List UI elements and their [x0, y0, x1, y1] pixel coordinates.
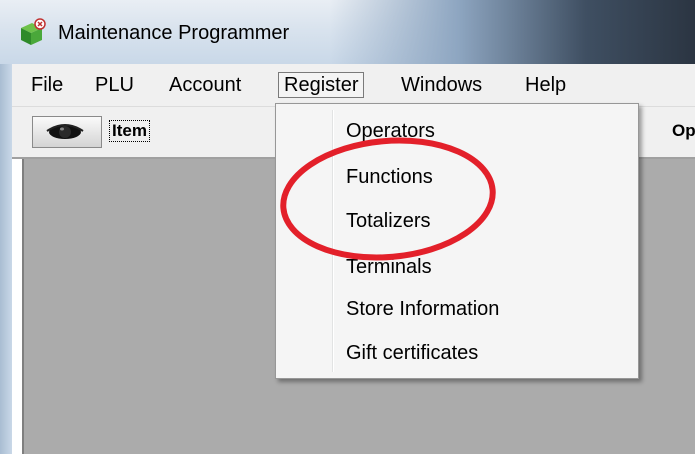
menu-icon-gutter — [332, 110, 334, 372]
window-title: Maintenance Programmer — [58, 22, 290, 44]
title-bar-gradient — [330, 0, 695, 64]
item-toolbar-label[interactable]: Item — [109, 120, 150, 142]
register-dropdown-menu: Operators Functions Totalizers Terminals… — [275, 103, 639, 379]
operators-toolbar-label[interactable]: Opera — [672, 121, 695, 141]
menu-item-terminals[interactable]: Terminals — [346, 252, 432, 282]
menu-item-store-information[interactable]: Store Information — [346, 294, 499, 324]
menu-item-gift-certificates[interactable]: Gift certificates — [346, 338, 478, 368]
item-toolbar-button[interactable] — [32, 116, 102, 148]
title-bar[interactable]: Maintenance Programmer — [0, 0, 695, 64]
menu-item-functions[interactable]: Functions — [346, 162, 433, 192]
menu-item-totalizers[interactable]: Totalizers — [346, 206, 430, 236]
menu-account[interactable]: Account — [164, 72, 246, 98]
menu-register[interactable]: Register — [278, 72, 365, 98]
menu-item-operators[interactable]: Operators — [346, 116, 435, 146]
menu-file[interactable]: File — [26, 72, 68, 98]
application-window: Maintenance Programmer File PLU Account … — [0, 0, 695, 454]
menu-windows[interactable]: Windows — [396, 72, 487, 98]
maintenance-app-icon — [21, 18, 46, 45]
menu-plu[interactable]: PLU — [90, 72, 139, 98]
window-frame — [0, 64, 12, 454]
eye-icon — [46, 124, 84, 139]
menu-help[interactable]: Help — [520, 72, 571, 98]
menu-bar: File PLU Account Register Windows Help — [12, 64, 695, 107]
